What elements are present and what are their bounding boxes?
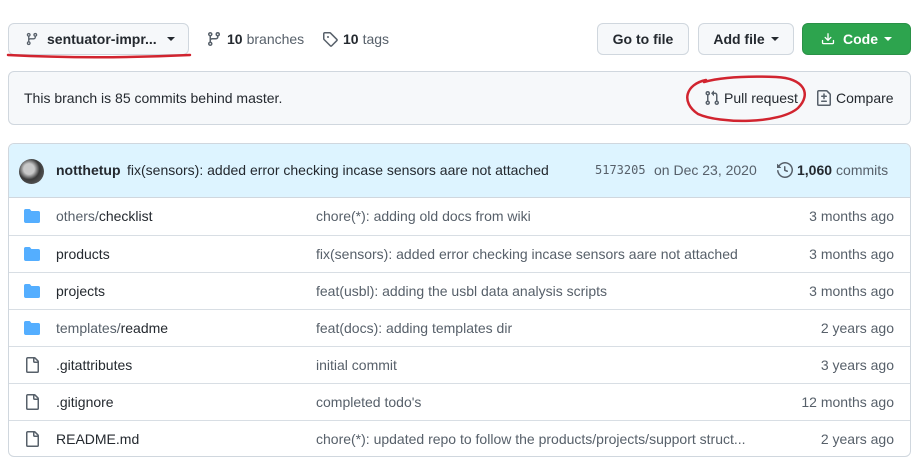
repo-toolbar: sentuator-impr... 10 branches 10 tags Go… (8, 23, 911, 55)
file-name-link[interactable]: products (56, 246, 110, 262)
file-commit-message[interactable]: initial commit (316, 357, 397, 373)
table-row[interactable]: templates/readme feat(docs): adding temp… (9, 309, 910, 346)
git-branch-icon (26, 32, 38, 46)
add-file-label: Add file (713, 31, 765, 47)
folder-icon (24, 209, 40, 223)
chevron-down-icon (166, 37, 175, 41)
file-age: 2 years ago (820, 320, 894, 336)
file-age: 3 months ago (809, 283, 894, 299)
file-commit-message[interactable]: completed todo's (316, 394, 421, 410)
commit-date: on Dec 23, 2020 (654, 162, 757, 178)
table-row[interactable]: products fix(sensors): added error check… (9, 235, 910, 272)
chevron-down-icon (884, 37, 892, 41)
branch-name: sentuator-impr... (47, 31, 157, 47)
tags-count: 10 (343, 31, 359, 47)
go-to-file-button[interactable]: Go to file (597, 23, 689, 55)
file-name: projects (56, 283, 106, 299)
file-commit-message[interactable]: chore(*): updated repo to follow the pro… (316, 431, 746, 447)
file-age: 3 months ago (809, 208, 894, 224)
file-name-link[interactable]: templates/readme (56, 320, 168, 336)
file-commit-message[interactable]: fix(sensors): added error checking incas… (316, 246, 738, 262)
table-row[interactable]: .gitignore completed todo's 12 months ag… (9, 383, 910, 420)
git-branch-icon (207, 32, 220, 47)
tags-link[interactable]: 10 tags (322, 23, 389, 55)
code-label: Code (843, 31, 878, 47)
commit-count-label: commits (836, 162, 889, 178)
tag-icon (323, 32, 338, 47)
table-row[interactable]: README.md chore(*): updated repo to foll… (9, 420, 910, 456)
file-age: 2 years ago (820, 431, 894, 447)
file-age: 3 months ago (809, 246, 894, 262)
latest-commit-bar: notthetup fix(sensors): added error chec… (9, 144, 910, 198)
tags-label: tags (362, 31, 390, 47)
file-name-link[interactable]: projects (56, 283, 105, 299)
file-name: checklist (98, 208, 153, 224)
branches-count: 10 (227, 31, 243, 47)
download-icon (821, 33, 835, 45)
commit-sha[interactable]: 5173205 (595, 163, 646, 177)
branch-selector-button[interactable]: sentuator-impr... (8, 23, 189, 55)
file-commit-message[interactable]: chore(*): adding old docs from wiki (316, 208, 531, 224)
avatar[interactable] (19, 159, 44, 184)
file-commit-message[interactable]: feat(docs): adding templates dir (316, 320, 512, 336)
file-name: README.md (56, 431, 140, 447)
code-button[interactable]: Code (802, 23, 911, 55)
file-icon (26, 394, 39, 410)
diff-icon (817, 90, 831, 106)
file-name-link[interactable]: others/checklist (56, 208, 153, 224)
file-age: 12 months ago (801, 394, 894, 410)
file-icon (26, 431, 39, 447)
file-dir-prefix: templates/ (56, 320, 121, 336)
table-row[interactable]: .gitattributes initial commit 3 years ag… (9, 346, 910, 383)
folder-icon (24, 321, 40, 335)
file-name: .gitignore (56, 394, 114, 410)
file-name-link[interactable]: README.md (56, 431, 139, 447)
file-name-link[interactable]: .gitattributes (56, 357, 132, 373)
commit-author[interactable]: notthetup (56, 162, 121, 178)
file-name: .gitattributes (56, 357, 133, 373)
file-dir-prefix: others/ (56, 208, 99, 224)
go-to-file-label: Go to file (612, 31, 674, 47)
compare-label: Compare (836, 90, 894, 106)
branches-label: branches (246, 31, 305, 47)
branches-link[interactable]: 10 branches (206, 23, 304, 55)
file-name-link[interactable]: .gitignore (56, 394, 114, 410)
file-table: notthetup fix(sensors): added error chec… (8, 143, 911, 457)
commit-count: 1,060 (797, 162, 833, 178)
folder-icon (24, 247, 40, 261)
folder-icon (24, 284, 40, 298)
red-underline-annotation (6, 53, 192, 59)
compare-link[interactable]: Compare (816, 90, 894, 106)
file-name: readme (120, 320, 169, 336)
table-row[interactable]: others/checklist chore(*): adding old do… (9, 198, 910, 235)
history-icon (777, 162, 793, 178)
file-name: products (56, 246, 110, 262)
file-commit-message[interactable]: feat(usbl): adding the usbl data analysi… (316, 283, 607, 299)
chevron-down-icon (770, 37, 779, 41)
file-icon (26, 357, 39, 373)
table-row[interactable]: projects feat(usbl): adding the usbl dat… (9, 272, 910, 309)
behind-message: This branch is 85 commits behind master. (24, 90, 283, 106)
file-list: others/checklist chore(*): adding old do… (9, 198, 910, 456)
commits-history-link[interactable]: 1,060 commits (777, 162, 888, 178)
add-file-button[interactable]: Add file (698, 23, 794, 55)
commit-message[interactable]: fix(sensors): added error checking incas… (127, 162, 549, 178)
red-circle-annotation (686, 75, 806, 123)
file-age: 3 years ago (820, 357, 894, 373)
